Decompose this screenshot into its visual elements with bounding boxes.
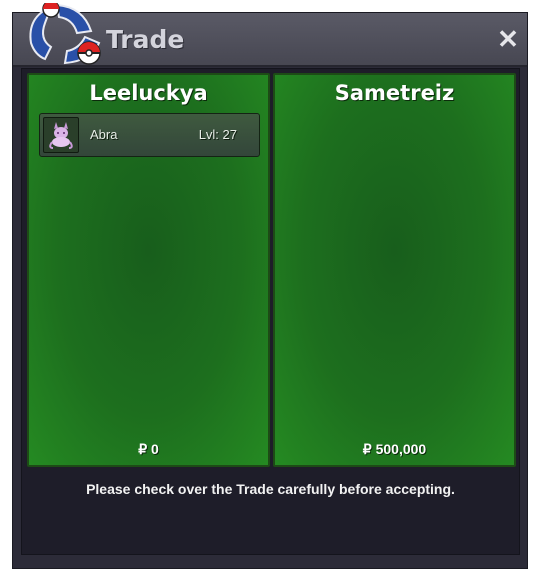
right-trade-panel: Sametreiz ₽ 500,000 — [273, 73, 516, 467]
right-money-offer: ₽ 500,000 — [362, 441, 427, 457]
abra-sprite-icon — [43, 117, 79, 153]
trade-content: Leeluckya Abra Lvl: 27 ₽ 0 Sametreiz ₽ 5… — [21, 68, 520, 555]
close-button[interactable]: ✕ — [495, 26, 521, 52]
window-title: Trade — [106, 25, 185, 54]
right-trainer-name: Sametreiz — [334, 81, 455, 105]
trade-window: Trade ✕ Leeluckya Abra Lvl: 27 ₽ 0 Samet… — [12, 0, 528, 569]
left-trade-panel: Leeluckya Abra Lvl: 27 ₽ 0 — [27, 73, 270, 467]
left-trainer-name: Leeluckya — [89, 81, 208, 105]
pokemon-slot[interactable]: Abra Lvl: 27 — [39, 113, 260, 157]
close-icon: ✕ — [497, 24, 519, 54]
pokemon-name: Abra — [90, 127, 118, 142]
left-money-offer: ₽ 0 — [138, 441, 159, 457]
trade-notice: Please check over the Trade carefully be… — [86, 481, 455, 497]
pokeball-logo-icon — [21, 0, 111, 71]
pokemon-level: Lvl: 27 — [198, 127, 237, 142]
